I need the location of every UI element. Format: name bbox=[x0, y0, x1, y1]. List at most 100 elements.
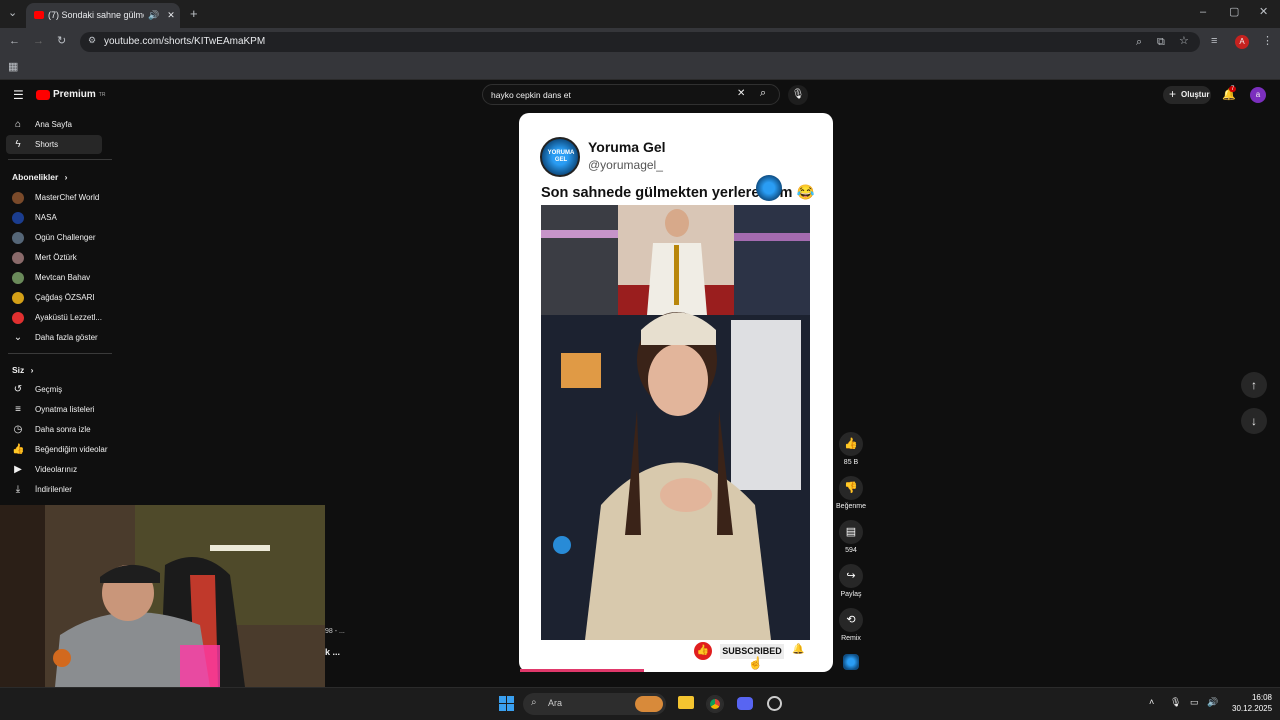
create-button[interactable]: + Oluştur bbox=[1163, 86, 1211, 104]
channel-logo-text: YORUMA GEL bbox=[547, 150, 575, 163]
new-tab-icon[interactable]: + bbox=[190, 7, 198, 20]
sidebar-item-history[interactable]: ↺ Geçmiş bbox=[12, 380, 108, 399]
sidebar-item-label: Videolarınız bbox=[35, 465, 78, 474]
sidebar-item-label: Mevtcan Bahav bbox=[35, 273, 91, 282]
sidebar-subscription[interactable]: Ayaküstü Lezzetl... bbox=[12, 308, 108, 327]
sidebar-item-liked-videos[interactable]: 👍 Beğendiğim videolar bbox=[12, 440, 108, 459]
sidebar-item-your-videos[interactable]: ▶ Videolarınız bbox=[12, 460, 108, 479]
clear-search-icon[interactable]: ✕ bbox=[737, 88, 745, 99]
channel-avatar bbox=[12, 231, 24, 244]
sidebar-subscription[interactable]: MasterChef World bbox=[12, 188, 108, 207]
install-app-icon[interactable]: ⧉ bbox=[1157, 37, 1165, 48]
app-icon[interactable] bbox=[767, 696, 782, 711]
profile-avatar[interactable]: A bbox=[1235, 35, 1249, 49]
search-value: hayko cepkin dans et bbox=[491, 90, 571, 100]
partial-text-2: k ... bbox=[325, 647, 341, 657]
webcam-image bbox=[0, 505, 325, 687]
webcam-overlay bbox=[0, 505, 325, 687]
window-close-icon[interactable]: ✕ bbox=[1259, 7, 1268, 18]
bookmark-star-icon[interactable]: ☆ bbox=[1179, 36, 1189, 47]
audio-source-icon[interactable] bbox=[843, 654, 859, 670]
tab-audio-icon[interactable]: 🔊 bbox=[148, 10, 159, 28]
search-icon[interactable]: ⌕ bbox=[760, 87, 766, 100]
subscriptions-header[interactable]: Abonelikler › bbox=[12, 172, 68, 182]
channel-name[interactable]: Yoruma Gel bbox=[588, 139, 666, 155]
clock-icon: ◷ bbox=[13, 424, 23, 435]
address-bar[interactable]: ⚙ youtube.com/shorts/KITwEAmaKPM bbox=[80, 32, 1200, 52]
forward-icon[interactable]: → bbox=[33, 36, 44, 47]
divider bbox=[8, 353, 112, 354]
video-frame[interactable] bbox=[541, 205, 810, 640]
progress-bar[interactable] bbox=[520, 669, 644, 672]
sidebar-item-label: Daha fazla göster bbox=[35, 333, 98, 342]
like-button[interactable]: 👍 85 B bbox=[838, 432, 864, 466]
share-icon: ↪ bbox=[839, 564, 863, 588]
sidebar-item-playlists[interactable]: ≡ Oynatma listeleri bbox=[12, 400, 108, 419]
tab-close-icon[interactable]: ✕ bbox=[167, 10, 175, 28]
sidebar-subscription[interactable]: Mevtcan Bahav bbox=[12, 268, 108, 287]
share-button[interactable]: ↪ Paylaş bbox=[838, 564, 864, 598]
chrome-taskbar-icon[interactable] bbox=[707, 696, 723, 712]
channel-avatar bbox=[12, 271, 24, 284]
cursor-icon: ☝ bbox=[748, 656, 763, 670]
sidebar-item-label: Ayaküstü Lezzetl... bbox=[35, 313, 102, 322]
volume-icon[interactable]: 🔊 bbox=[1207, 697, 1218, 708]
windows-start-icon[interactable] bbox=[499, 696, 514, 711]
sidebar-item-shorts[interactable]: ϟ Shorts bbox=[6, 135, 102, 154]
sidebar-subscription[interactable]: Çağdaş ÖZSARI bbox=[12, 288, 108, 307]
sidebar-item-home[interactable]: ⌂ Ana Sayfa bbox=[12, 115, 108, 134]
maximize-icon[interactable]: ▢ bbox=[1229, 7, 1239, 18]
subscribe-like-icon[interactable]: 👍 bbox=[694, 642, 712, 660]
microphone-icon[interactable]: 🎙 bbox=[1170, 697, 1181, 708]
channel-logo[interactable]: YORUMA GEL bbox=[540, 137, 580, 177]
plus-icon: + bbox=[1169, 87, 1177, 101]
channel-handle[interactable]: @yorumagel_ bbox=[588, 158, 663, 172]
taskbar-search[interactable]: ⌕ Ara bbox=[523, 693, 666, 715]
taskbar-clock[interactable]: 16:08 30.12.2025 bbox=[1232, 692, 1272, 714]
video-icon: ▶ bbox=[14, 464, 22, 475]
sidebar-item-label: NASA bbox=[35, 213, 57, 222]
sidebar-item-label: Oynatma listeleri bbox=[35, 405, 95, 414]
previous-short-button[interactable]: ↑ bbox=[1241, 372, 1267, 398]
watermark-logo bbox=[756, 175, 782, 201]
reload-icon[interactable]: ↻ bbox=[57, 36, 66, 47]
sidebar-item-downloads[interactable]: ⤓ İndirilenler bbox=[12, 480, 108, 499]
site-info-icon[interactable]: ⚙ bbox=[88, 36, 96, 45]
notification-bell-icon[interactable]: 🔔 bbox=[792, 644, 804, 655]
remix-button[interactable]: ⟲ Remix bbox=[838, 608, 864, 642]
comment-icon: ▤ bbox=[839, 520, 863, 544]
hamburger-menu-icon[interactable]: ☰ bbox=[13, 88, 24, 102]
discord-icon[interactable] bbox=[737, 697, 753, 710]
media-controls-icon[interactable]: ≡ bbox=[1211, 36, 1217, 47]
sidebar-subscription[interactable]: Ogün Challenger bbox=[12, 228, 108, 247]
next-short-button[interactable]: ↓ bbox=[1241, 408, 1267, 434]
browser-tab[interactable]: (7) Sondaki sahne gülme kr 🔊 ✕ bbox=[26, 3, 180, 28]
chrome-menu-icon[interactable]: ⋮ bbox=[1262, 36, 1273, 47]
file-explorer-icon[interactable] bbox=[678, 696, 694, 709]
account-avatar[interactable]: a bbox=[1250, 87, 1266, 103]
you-header[interactable]: Siz › bbox=[12, 365, 34, 375]
show-more-button[interactable]: ⌄ Daha fazla göster bbox=[12, 328, 108, 347]
apps-grid-icon[interactable]: ▦ bbox=[8, 62, 18, 73]
minimize-icon[interactable]: – bbox=[1200, 7, 1206, 18]
dislike-button[interactable]: 👎 Beğenme bbox=[836, 476, 866, 510]
search-input[interactable]: hayko cepkin dans et ✕ ⌕ bbox=[482, 84, 780, 105]
back-icon[interactable]: ← bbox=[9, 36, 20, 47]
voice-search-icon[interactable]: 🎙 bbox=[788, 85, 808, 105]
sidebar-subscription[interactable]: NASA bbox=[12, 208, 108, 227]
tray-expand-icon[interactable]: ˄ bbox=[1149, 697, 1154, 707]
sidebar-item-label: Çağdaş ÖZSARI bbox=[35, 293, 95, 302]
sidebar-item-label: İndirilenler bbox=[35, 485, 72, 494]
channel-avatar bbox=[12, 251, 24, 264]
like-count: 85 B bbox=[843, 459, 859, 466]
comments-button[interactable]: ▤ 594 bbox=[838, 520, 864, 554]
tab-search-icon[interactable]: ⌄ bbox=[8, 8, 17, 19]
sidebar-item-label: Ana Sayfa bbox=[35, 120, 72, 129]
tab-title: (7) Sondaki sahne gülme kr bbox=[48, 10, 144, 20]
sidebar-item-watch-later[interactable]: ◷ Daha sonra izle bbox=[12, 420, 108, 439]
sidebar-item-label: Daha sonra izle bbox=[35, 425, 91, 434]
network-icon[interactable]: ▭ bbox=[1190, 697, 1199, 708]
zoom-icon[interactable]: ⌕ bbox=[1136, 37, 1142, 48]
youtube-logo[interactable]: Premium TR bbox=[36, 89, 105, 100]
sidebar-subscription[interactable]: Mert Öztürk bbox=[12, 248, 108, 267]
